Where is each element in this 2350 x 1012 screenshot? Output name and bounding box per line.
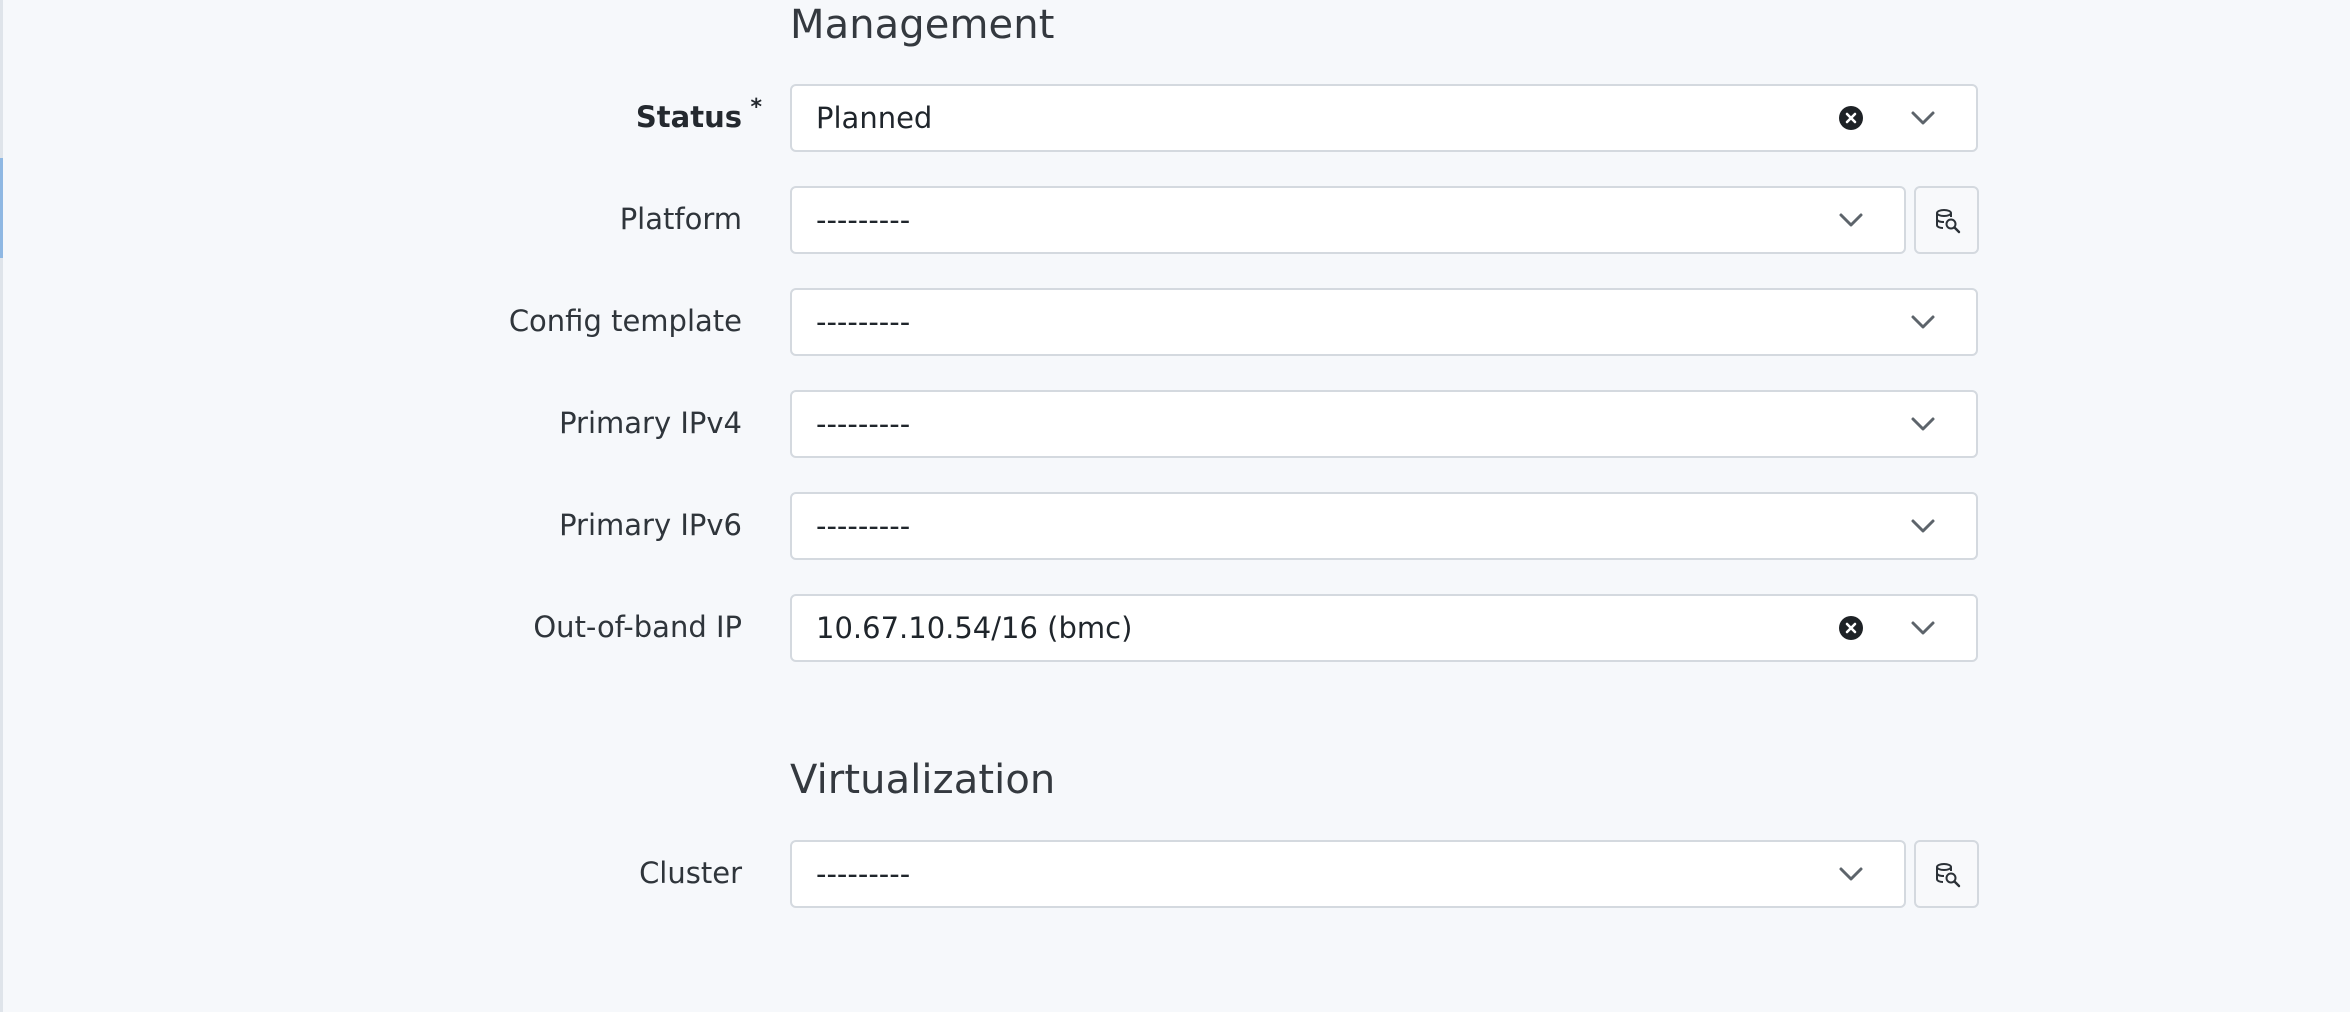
chevron-down-icon bbox=[1911, 621, 1935, 635]
platform-label: Platform bbox=[619, 202, 742, 236]
cluster-select-value: --------- bbox=[816, 857, 911, 891]
sidebar-edge bbox=[0, 0, 3, 1012]
primary-ipv6-select[interactable]: --------- bbox=[790, 492, 1978, 560]
chevron-down-icon bbox=[1911, 315, 1935, 329]
primary-ipv4-select[interactable]: --------- bbox=[790, 390, 1978, 458]
cluster-label: Cluster bbox=[639, 856, 742, 890]
primary-ipv6-label: Primary IPv6 bbox=[559, 508, 742, 542]
clear-icon[interactable] bbox=[1839, 106, 1863, 130]
cluster-select[interactable]: --------- bbox=[790, 840, 1906, 908]
database-search-icon bbox=[1936, 863, 1961, 888]
chevron-down-icon bbox=[1911, 417, 1935, 431]
clear-icon[interactable] bbox=[1839, 616, 1863, 640]
platform-select-value: --------- bbox=[816, 203, 911, 237]
oob-ip-select[interactable]: 10.67.10.54/16 (bmc) bbox=[790, 594, 1978, 662]
chevron-down-icon bbox=[1911, 519, 1935, 533]
config-template-select[interactable]: --------- bbox=[790, 288, 1978, 356]
status-select[interactable]: Planned bbox=[790, 84, 1978, 152]
chevron-down-icon bbox=[1911, 111, 1935, 125]
status-label-text: Status bbox=[635, 100, 742, 134]
chevron-down-icon bbox=[1839, 867, 1863, 881]
status-label: Status * bbox=[635, 97, 762, 134]
primary-ipv4-label: Primary IPv4 bbox=[559, 406, 742, 440]
platform-select[interactable]: --------- bbox=[790, 186, 1906, 254]
oob-ip-label: Out-of-band IP bbox=[533, 610, 742, 644]
sidebar-active-indicator bbox=[0, 158, 3, 258]
primary-ipv6-select-value: --------- bbox=[816, 509, 911, 543]
section-title-virtualization: Virtualization bbox=[790, 757, 1056, 803]
chevron-down-icon bbox=[1839, 213, 1863, 227]
config-template-label: Config template bbox=[508, 304, 742, 338]
required-marker: * bbox=[750, 95, 762, 120]
section-title-management: Management bbox=[790, 2, 1055, 48]
config-template-select-value: --------- bbox=[816, 305, 911, 339]
oob-ip-select-value: 10.67.10.54/16 (bmc) bbox=[816, 611, 1133, 645]
database-search-icon bbox=[1936, 209, 1961, 234]
primary-ipv4-select-value: --------- bbox=[816, 407, 911, 441]
status-select-value: Planned bbox=[816, 101, 933, 135]
cluster-selector-button[interactable] bbox=[1914, 840, 1979, 908]
platform-selector-button[interactable] bbox=[1914, 186, 1979, 254]
